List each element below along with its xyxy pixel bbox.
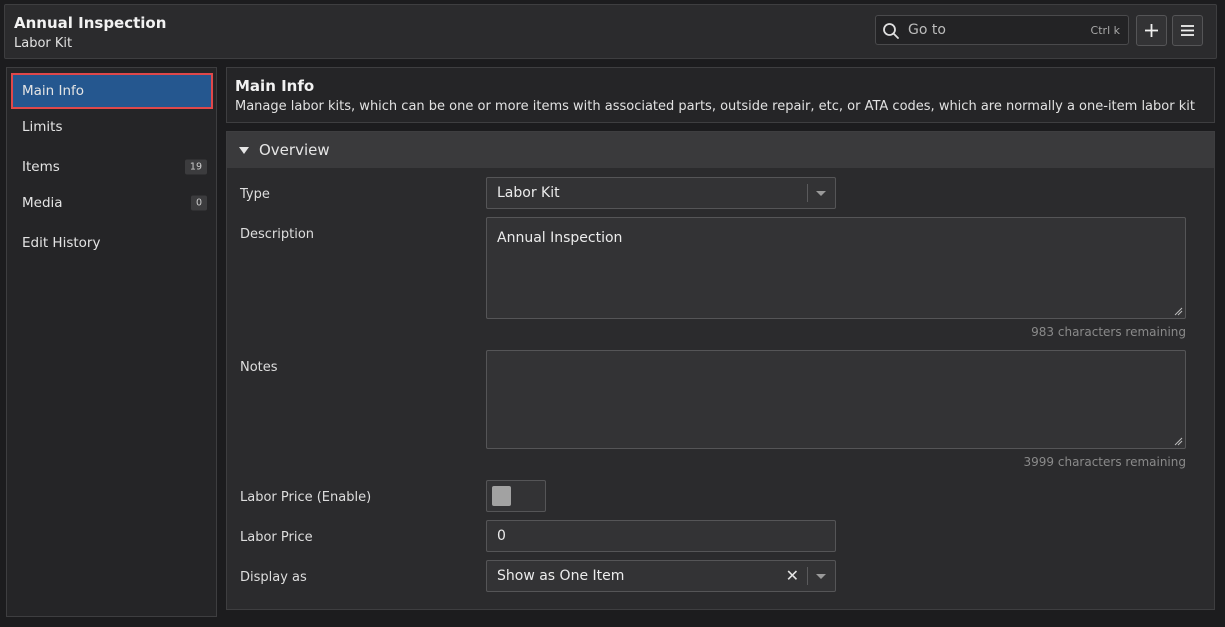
display-as-label: Display as: [240, 570, 307, 585]
section-title: Main Info: [235, 77, 315, 95]
page-subtitle: Labor Kit: [14, 36, 73, 51]
display-as-value: Show as One Item: [497, 568, 625, 584]
notes-label: Notes: [240, 360, 278, 375]
resize-grip-icon[interactable]: [1174, 437, 1183, 446]
labor-price-value: 0: [497, 528, 506, 544]
toggle-knob: [492, 486, 511, 506]
sidebar-item-label: Items: [22, 159, 60, 175]
select-separator: [807, 567, 808, 585]
search-icon: [883, 23, 899, 39]
description-textarea[interactable]: Annual Inspection: [486, 217, 1186, 319]
sidebar-item-label: Limits: [22, 119, 63, 135]
labor-price-label: Labor Price: [240, 530, 313, 545]
caret-down-icon: [239, 147, 249, 154]
type-label: Type: [240, 187, 270, 202]
type-select-value: Labor Kit: [497, 185, 560, 201]
chevron-down-icon: [816, 574, 826, 579]
labor-price-enable-toggle[interactable]: [486, 480, 546, 512]
plus-icon: [1145, 24, 1158, 37]
overview-title: Overview: [259, 141, 330, 159]
sidebar-item-main-info[interactable]: Main Info: [11, 73, 213, 109]
type-select[interactable]: Labor Kit: [486, 177, 836, 209]
section-description: Manage labor kits, which can be one or m…: [235, 99, 1195, 114]
overview-section-toggle[interactable]: Overview: [227, 132, 1214, 168]
page-title: Annual Inspection: [14, 14, 167, 32]
section-header: Main Info Manage labor kits, which can b…: [226, 67, 1215, 123]
select-separator: [807, 184, 808, 202]
chevron-down-icon: [816, 191, 826, 196]
display-as-select[interactable]: Show as One Item ✕: [486, 560, 836, 592]
sidebar-item-label: Main Info: [22, 83, 85, 99]
sidebar-item-media[interactable]: Media 0: [11, 185, 213, 221]
sidebar-item-label: Edit History: [22, 235, 101, 251]
sidebar-item-edit-history[interactable]: Edit History: [11, 225, 213, 261]
description-label: Description: [240, 227, 315, 242]
sidebar-nav: Main Info Limits Items 19 Media 0 Edit H…: [6, 67, 217, 617]
page-header: Annual Inspection Labor Kit Go to Ctrl k: [4, 4, 1217, 59]
labor-price-enable-label: Labor Price (Enable): [240, 490, 372, 505]
resize-grip-icon[interactable]: [1174, 307, 1183, 316]
add-button[interactable]: [1136, 15, 1167, 46]
sidebar-item-items[interactable]: Items 19: [11, 149, 213, 185]
goto-search-box[interactable]: Go to Ctrl k: [875, 15, 1129, 45]
labor-price-input[interactable]: 0: [486, 520, 836, 552]
notes-char-counter: 3999 characters remaining: [1023, 455, 1186, 469]
clear-icon[interactable]: ✕: [786, 566, 799, 585]
sidebar-item-limits[interactable]: Limits: [11, 109, 213, 145]
sidebar-item-label: Media: [22, 195, 63, 211]
items-count-badge: 19: [184, 159, 207, 175]
goto-shortcut-hint: Ctrl k: [1090, 24, 1120, 37]
description-value: Annual Inspection: [497, 230, 623, 246]
hamburger-menu-icon: [1181, 25, 1194, 36]
description-char-counter: 983 characters remaining: [1031, 325, 1186, 339]
menu-button[interactable]: [1172, 15, 1203, 46]
goto-placeholder: Go to: [908, 22, 946, 38]
overview-panel: Overview Type Labor Kit Description Annu…: [226, 131, 1215, 610]
notes-textarea[interactable]: [486, 350, 1186, 449]
media-count-badge: 0: [190, 195, 207, 211]
